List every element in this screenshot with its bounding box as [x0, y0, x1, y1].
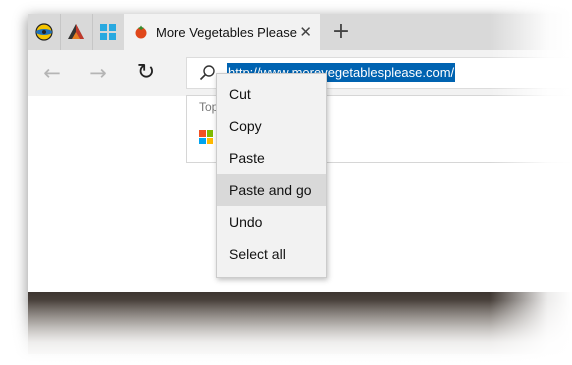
windows-logo-icon: [100, 24, 116, 40]
tab-title: More Vegetables Please: [156, 24, 297, 40]
new-tab-button[interactable]: +: [328, 18, 354, 46]
page-hero-image: [28, 292, 572, 354]
menu-item-paste[interactable]: Paste: [217, 142, 326, 174]
microsoft-logo-icon[interactable]: [199, 130, 213, 144]
tab-strip: More Vegetables Please ✕ +: [28, 14, 572, 50]
menu-item-paste-and-go[interactable]: Paste and go: [217, 174, 326, 206]
triangle-app-icon: [68, 24, 84, 39]
menu-item-copy[interactable]: Copy: [217, 110, 326, 142]
globe-app-icon: [35, 23, 53, 41]
pinned-tab-2[interactable]: [60, 14, 93, 50]
search-icon: [199, 65, 215, 81]
tomato-icon: [135, 25, 147, 39]
menu-item-cut[interactable]: Cut: [217, 78, 326, 110]
pinned-tab-3[interactable]: [92, 14, 125, 50]
forward-button[interactable]: →: [86, 61, 110, 85]
tab-active[interactable]: More Vegetables Please ✕: [124, 14, 320, 50]
menu-item-select-all[interactable]: Select all: [217, 238, 326, 270]
menu-item-undo[interactable]: Undo: [217, 206, 326, 238]
back-button[interactable]: ←: [40, 61, 64, 85]
context-menu: Cut Copy Paste Paste and go Undo Select …: [216, 73, 327, 278]
close-tab-icon[interactable]: ✕: [299, 23, 312, 41]
pinned-tab-1[interactable]: [28, 14, 61, 50]
refresh-button[interactable]: ↻: [134, 61, 158, 85]
